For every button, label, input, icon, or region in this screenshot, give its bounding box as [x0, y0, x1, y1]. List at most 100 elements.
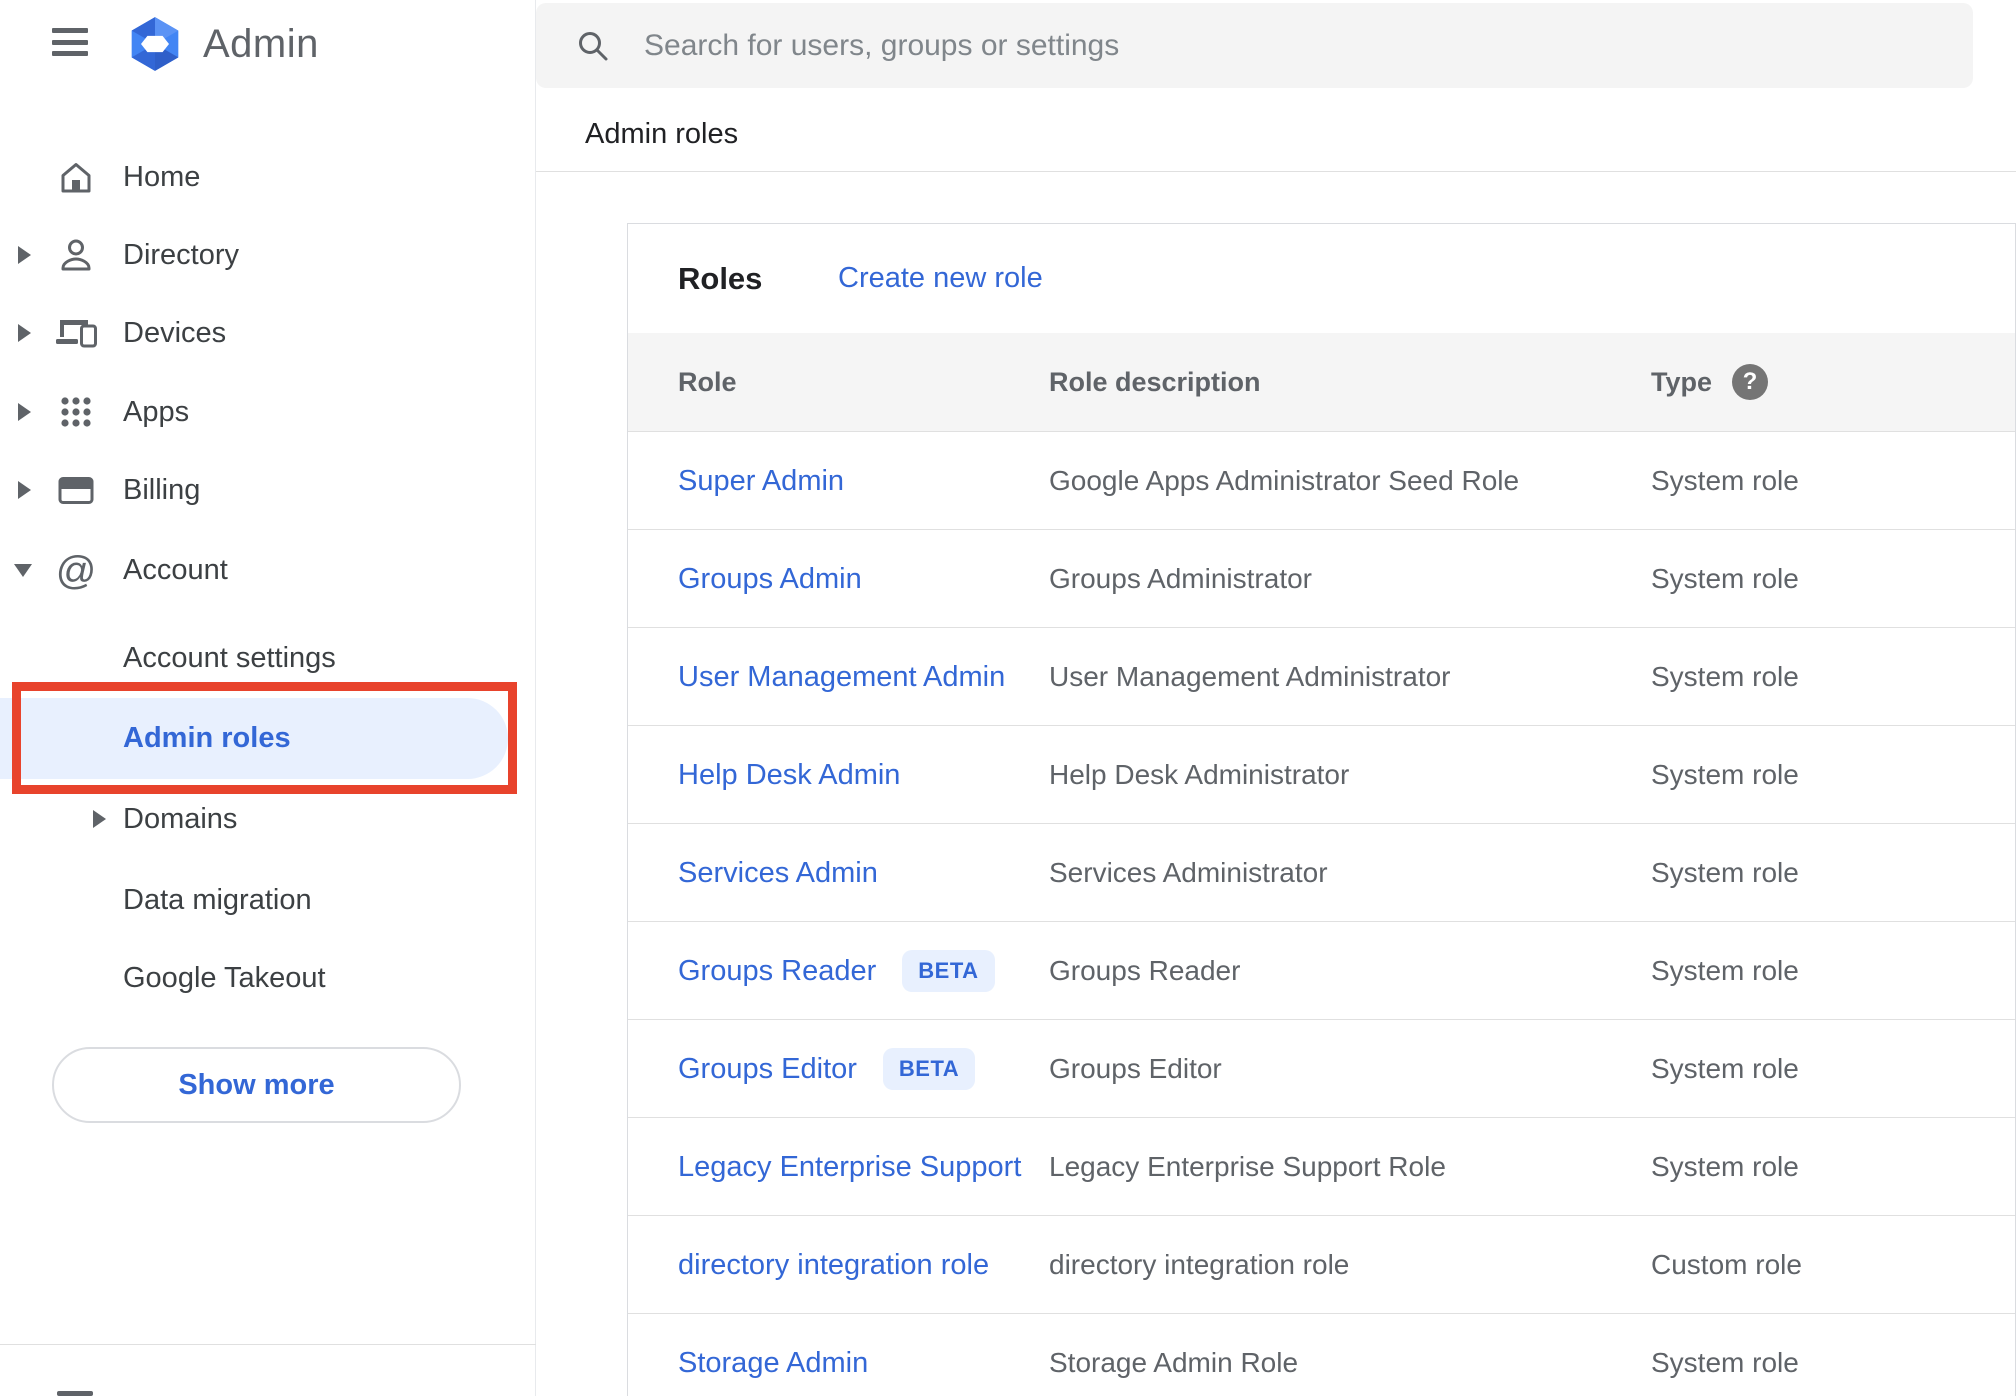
- table-row: Groups Admin Groups Administrator System…: [628, 530, 2015, 628]
- sidebar-item-domains[interactable]: Domains: [0, 779, 536, 859]
- sidebar: Admin Home Directory Devices Apps Billin…: [0, 0, 536, 1396]
- admin-console: Admin Home Directory Devices Apps Billin…: [0, 0, 2016, 1396]
- role-link[interactable]: Services Admin: [678, 857, 878, 890]
- chevron-down-icon[interactable]: [14, 563, 32, 577]
- sidebar-item-label: Account settings: [123, 641, 336, 674]
- search-icon: [574, 27, 612, 65]
- role-description: Groups Administrator: [1049, 563, 1312, 594]
- role-type: System role: [1651, 1151, 1799, 1182]
- role-description: Legacy Enterprise Support Role: [1049, 1151, 1446, 1182]
- role-link[interactable]: User Management Admin: [678, 661, 1005, 694]
- sidebar-item-account[interactable]: @ Account: [0, 530, 536, 610]
- sidebar-item-label: Account: [123, 553, 228, 586]
- apps-grid-icon: [54, 390, 98, 434]
- sidebar-item-devices[interactable]: Devices: [0, 293, 536, 373]
- role-link[interactable]: Legacy Enterprise Support: [678, 1151, 1021, 1184]
- product-title: Admin: [203, 22, 319, 66]
- person-icon: [54, 233, 98, 277]
- create-new-role-link[interactable]: Create new role: [838, 224, 1043, 333]
- credit-card-icon: [54, 468, 98, 512]
- role-description: Services Administrator: [1049, 857, 1328, 888]
- admin-logo-icon: [127, 16, 183, 72]
- table-row: Help Desk Admin Help Desk Administrator …: [628, 726, 2015, 824]
- role-description: User Management Administrator: [1049, 661, 1451, 692]
- sidebar-item-label: Devices: [123, 316, 227, 349]
- role-type: System role: [1651, 759, 1799, 790]
- table-row: Groups Reader BETA Groups Reader System …: [628, 922, 2015, 1020]
- svg-text:@: @: [56, 549, 97, 592]
- sidebar-item-home[interactable]: Home: [0, 137, 536, 217]
- sidebar-item-label: Home: [123, 160, 201, 193]
- role-link[interactable]: Help Desk Admin: [678, 759, 900, 792]
- role-link[interactable]: Super Admin: [678, 465, 844, 498]
- beta-badge: BETA: [902, 950, 995, 992]
- card-title: Roles: [678, 260, 763, 296]
- sidebar-item-label: Admin roles: [123, 722, 291, 754]
- sidebar-item-label: Billing: [123, 473, 201, 506]
- search-input[interactable]: [644, 3, 1944, 88]
- table-header: Role Role description Type ?: [628, 333, 2015, 432]
- table-row: Legacy Enterprise Support Legacy Enterpr…: [628, 1118, 2015, 1216]
- sidebar-item-google-takeout[interactable]: Google Takeout: [0, 938, 536, 1018]
- table-row: Services Admin Services Administrator Sy…: [628, 824, 2015, 922]
- role-type: System role: [1651, 955, 1799, 986]
- sidebar-divider: [0, 1344, 536, 1345]
- table-row: User Management Admin User Management Ad…: [628, 628, 2015, 726]
- role-type: System role: [1651, 661, 1799, 692]
- role-link[interactable]: Groups Admin: [678, 563, 862, 596]
- menu-icon[interactable]: [52, 28, 88, 56]
- role-link[interactable]: directory integration role: [678, 1249, 989, 1282]
- table-row: Groups Editor BETA Groups Editor System …: [628, 1020, 2015, 1118]
- chevron-right-icon[interactable]: [93, 810, 106, 828]
- table-row: Super Admin Google Apps Administrator Se…: [628, 432, 2015, 530]
- column-header-description: Role description: [1049, 366, 1261, 397]
- role-type: System role: [1651, 1347, 1799, 1378]
- chevron-right-icon[interactable]: [18, 403, 31, 421]
- role-description: Google Apps Administrator Seed Role: [1049, 465, 1520, 496]
- role-type: System role: [1651, 1053, 1799, 1084]
- search-bar: [536, 3, 1973, 88]
- partial-cutoff-icon: [57, 1391, 93, 1396]
- sidebar-item-account-settings[interactable]: Account settings: [0, 618, 536, 698]
- role-description: Groups Reader: [1049, 955, 1241, 986]
- card-header: Roles Create new role: [628, 224, 2015, 333]
- role-description: Storage Admin Role: [1049, 1347, 1299, 1378]
- table-row: Storage Admin Storage Admin Role System …: [628, 1314, 2015, 1396]
- column-header-type-label: Type: [1651, 366, 1713, 397]
- role-type: System role: [1651, 465, 1799, 496]
- roles-card: Roles Create new role Role Role descript…: [627, 223, 2016, 1396]
- role-description: Groups Editor: [1049, 1053, 1222, 1084]
- sidebar-item-label: Google Takeout: [123, 961, 326, 994]
- sidebar-item-billing[interactable]: Billing: [0, 450, 536, 530]
- sidebar-item-label: Domains: [123, 802, 238, 835]
- at-sign-icon: @: [54, 548, 98, 593]
- role-link[interactable]: Groups Editor: [678, 1053, 857, 1086]
- role-description: Help Desk Administrator: [1049, 759, 1350, 790]
- sidebar-item-admin-roles[interactable]: Admin roles: [0, 698, 536, 779]
- chevron-right-icon[interactable]: [18, 324, 31, 342]
- sidebar-item-directory[interactable]: Directory: [0, 215, 536, 295]
- devices-icon: [54, 311, 98, 355]
- beta-badge: BETA: [882, 1048, 976, 1090]
- sidebar-item-label: Data migration: [123, 883, 312, 916]
- breadcrumb: Admin roles: [585, 118, 739, 150]
- help-icon[interactable]: ?: [1732, 364, 1769, 400]
- sidebar-item-label: Directory: [123, 238, 240, 271]
- role-link[interactable]: Storage Admin: [678, 1347, 868, 1380]
- column-header-role: Role: [678, 366, 737, 397]
- role-type: System role: [1651, 563, 1799, 594]
- role-type: Custom role: [1651, 1249, 1802, 1280]
- content-divider: [536, 171, 2016, 172]
- chevron-right-icon[interactable]: [18, 481, 31, 499]
- chevron-right-icon[interactable]: [18, 246, 31, 264]
- home-icon: [54, 155, 98, 199]
- role-type: System role: [1651, 857, 1799, 888]
- role-link[interactable]: Groups Reader: [678, 955, 876, 988]
- role-description: directory integration role: [1049, 1249, 1350, 1280]
- sidebar-item-apps[interactable]: Apps: [0, 372, 536, 452]
- sidebar-item-label: Apps: [123, 395, 190, 428]
- sidebar-item-data-migration[interactable]: Data migration: [0, 860, 536, 940]
- show-more-button[interactable]: Show more: [52, 1047, 461, 1123]
- column-header-type: Type ?: [1651, 364, 1769, 400]
- table-row: directory integration role directory int…: [628, 1216, 2015, 1314]
